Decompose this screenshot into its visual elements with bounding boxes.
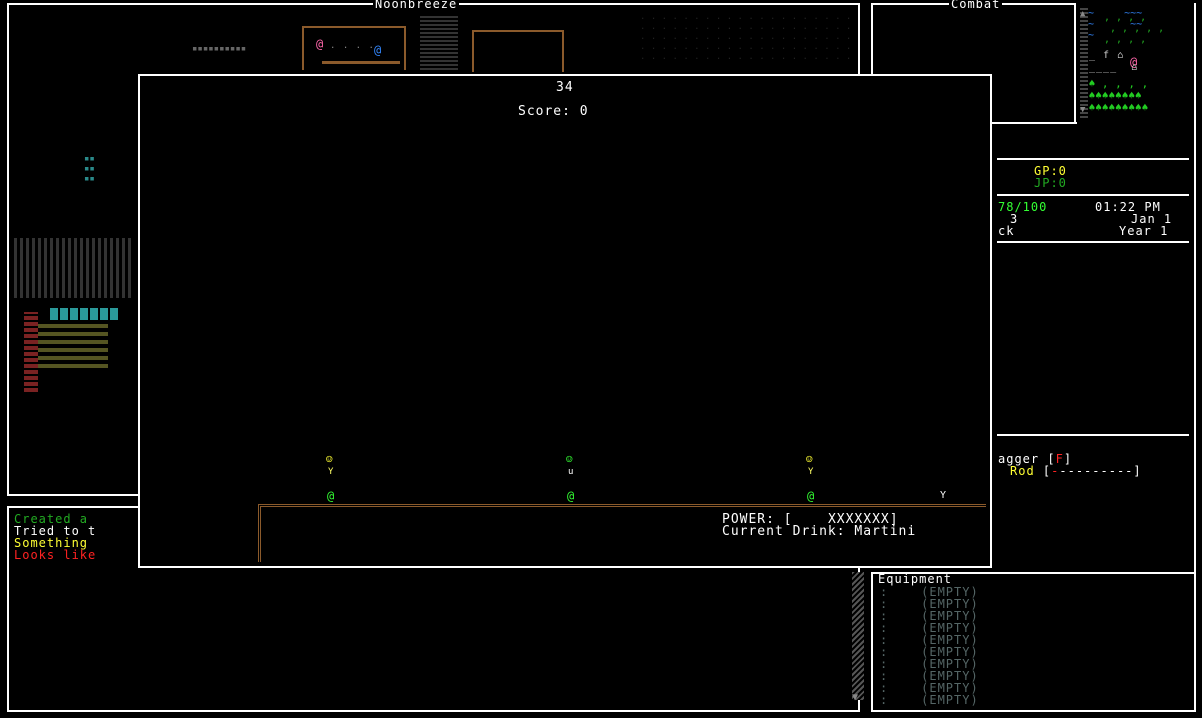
map-block-left — [14, 238, 132, 298]
equipment-list: : (EMPTY) : (EMPTY) : (EMPTY) : (EMPTY) … — [880, 586, 979, 706]
map-npc: @ — [374, 43, 383, 57]
customer-face: ☺ — [326, 453, 334, 466]
weapon-slot-2-bar: ---------] — [1059, 464, 1142, 478]
building-floor — [322, 61, 400, 64]
message-log: Created a Tried to t Something Looks lik… — [14, 513, 96, 561]
bartender-marker[interactable]: @ — [327, 490, 335, 502]
minimap-fence: ♣_ f ⌂ ____ ⌂ — [1082, 50, 1139, 73]
divider-3 — [997, 194, 1189, 196]
bartender-marker[interactable]: @ — [807, 490, 815, 502]
equipment-slot-label: (EMPTY) — [921, 693, 979, 707]
divider-1 — [997, 122, 1077, 124]
minimap-trees: ♠♠ , , , , ♠♠♠♠♠♠♠♠♠ ♠♠♠♠♠♠♠♠♠♠ — [1082, 77, 1149, 114]
map-wall-column — [420, 14, 458, 70]
map-block-olive — [38, 322, 108, 368]
minigame-window[interactable]: 34 Score: 0 ☺ Y ☺ u ☺ Y @ @ @ Y POWER: [… — [138, 74, 992, 568]
right-panel-border — [1194, 3, 1196, 712]
map-player: @ — [316, 37, 325, 51]
customer-drink: Y — [328, 467, 335, 477]
divider-2 — [997, 158, 1189, 160]
clock-year: Year 1 — [1119, 224, 1169, 238]
divider-5 — [997, 434, 1189, 436]
minimap-scroll-up-icon[interactable]: ▲ — [1080, 8, 1086, 20]
sliding-drink-icon: Y — [940, 490, 948, 501]
weapon-slot-2[interactable]: Rod [----------] — [1010, 465, 1142, 477]
equipment-slot[interactable]: : (EMPTY) — [880, 694, 979, 706]
weapon-slot-2-open: [ — [1034, 464, 1052, 478]
map-grid-right: . . . . . . . . . . . . . . . . . . . . … — [640, 12, 852, 62]
map-dots: . . . . — [330, 41, 375, 51]
minigame-score: Score: 0 — [518, 104, 589, 119]
customer-drink: Y — [808, 467, 815, 477]
building-wall-2 — [472, 30, 564, 72]
minimap: ~~ ~~~ ~~ ~~ ~~ , , , , , , , , , , , , … — [1080, 8, 1192, 118]
map-block-red — [24, 312, 38, 392]
combat-panel-title: Combat — [949, 0, 1003, 11]
map-block-teal — [50, 308, 120, 320]
message-line-4: Looks like — [14, 548, 97, 562]
customer-face: ☺ — [806, 453, 814, 466]
jp-counter: JP:0 — [1034, 176, 1067, 190]
log-scroll-down-icon[interactable]: ▼ — [852, 692, 859, 704]
customer-drink: u — [568, 467, 575, 477]
map-panel-title: Noonbreeze — [373, 0, 460, 11]
equipment-title: Equipment — [878, 572, 953, 586]
divider-4 — [997, 241, 1189, 243]
map-tiles-left-teal: ▪▪ ▪▪ ▪▪ — [84, 154, 95, 184]
minimap-grass: , , , , , , , , , , , , , — [1104, 12, 1165, 45]
status-line3: ck — [998, 224, 1015, 238]
customer-face: ☺ — [566, 453, 574, 466]
map-tiles-top: ▪▪▪▪▪▪▪▪▪▪ — [192, 44, 247, 54]
current-drink: Current Drink: Martini — [722, 524, 917, 539]
minimap-scrollbar[interactable] — [1080, 8, 1088, 118]
hp-readout: 78/100 — [998, 200, 1048, 214]
bartender-marker[interactable]: @ — [567, 490, 575, 502]
message-log-scrollbar[interactable] — [852, 572, 864, 700]
minimap-scroll-down-icon[interactable]: ▼ — [1080, 104, 1086, 116]
weapon-slot-2-name: Rod — [1010, 464, 1035, 478]
minigame-timer: 34 — [556, 80, 574, 95]
